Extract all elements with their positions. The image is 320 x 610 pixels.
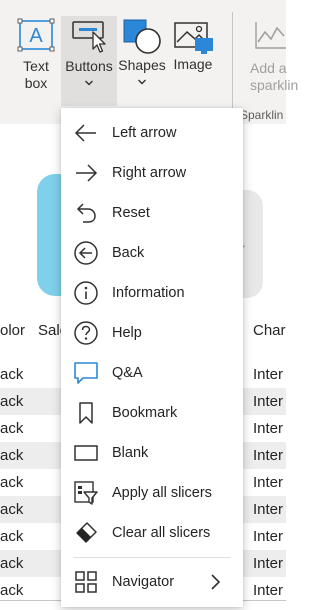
textbox-button[interactable]: A Text box bbox=[12, 18, 60, 106]
blank-icon bbox=[74, 445, 98, 461]
cell-color: ack bbox=[0, 501, 24, 518]
menu-item-label: Clear all slicers bbox=[112, 525, 211, 541]
sparklines-group-label: Sparklin bbox=[240, 108, 284, 122]
clear-slicers-icon bbox=[76, 522, 97, 543]
menu-item-clear-all-slicers[interactable]: Clear all slicers bbox=[61, 513, 243, 553]
menu-item-label: Apply all slicers bbox=[112, 485, 212, 501]
textbox-label-2: box bbox=[24, 75, 48, 91]
menu-item-label: Help bbox=[112, 325, 142, 341]
left-arrow-icon bbox=[74, 124, 96, 142]
menu-item-right-arrow[interactable]: Right arrow bbox=[61, 153, 243, 193]
menu-item-qna[interactable]: Q&A bbox=[61, 353, 243, 393]
menu-separator bbox=[73, 557, 231, 558]
ribbon-divider bbox=[232, 12, 233, 116]
apply-slicers-icon bbox=[74, 481, 98, 505]
menu-item-left-arrow[interactable]: Left arrow bbox=[61, 113, 243, 153]
shapes-icon bbox=[123, 19, 161, 54]
qna-icon bbox=[74, 362, 98, 384]
menu-item-label: Navigator bbox=[112, 574, 175, 590]
button-cursor-icon bbox=[72, 21, 106, 53]
menu-item-label: Information bbox=[112, 285, 185, 301]
cell-channel: Inter bbox=[253, 420, 284, 437]
chevron-down-icon bbox=[85, 80, 93, 86]
cell-color: ack bbox=[0, 393, 24, 410]
back-icon bbox=[74, 241, 98, 265]
menu-item-label: Right arrow bbox=[112, 165, 187, 181]
buttons-dropdown-menu: Left arrow Right arrow Reset Back Inform… bbox=[61, 108, 243, 607]
table-header-channel[interactable]: Char bbox=[253, 322, 286, 354]
menu-item-blank[interactable]: Blank bbox=[61, 433, 243, 473]
chevron-right-icon bbox=[211, 574, 221, 590]
shapes-button[interactable]: Shapes bbox=[117, 18, 167, 106]
cell-channel: Inter bbox=[253, 501, 284, 518]
cell-color: ack bbox=[0, 474, 24, 491]
sparkline-icon bbox=[255, 22, 286, 49]
menu-item-label: Q&A bbox=[112, 365, 143, 381]
cell-channel: Inter bbox=[253, 474, 284, 491]
menu-item-help[interactable]: Help bbox=[61, 313, 243, 353]
table-header-color[interactable]: olor bbox=[0, 322, 25, 354]
information-icon bbox=[74, 281, 98, 305]
svg-text:A: A bbox=[29, 25, 43, 47]
textbox-label-1: Text bbox=[23, 58, 49, 74]
menu-item-reset[interactable]: Reset bbox=[61, 193, 243, 233]
shapes-label: Shapes bbox=[118, 57, 166, 73]
menu-item-label: Back bbox=[112, 245, 145, 261]
textbox-icon: A bbox=[17, 18, 55, 52]
menu-item-label: Blank bbox=[112, 445, 149, 461]
cell-color: ack bbox=[0, 420, 24, 437]
menu-item-navigator[interactable]: Navigator bbox=[61, 562, 243, 602]
cell-channel: Inter bbox=[253, 447, 284, 464]
cell-color: ack bbox=[0, 528, 24, 545]
menu-item-information[interactable]: Information bbox=[61, 273, 243, 313]
cell-color: ack bbox=[0, 447, 24, 464]
chevron-down-icon bbox=[138, 79, 146, 85]
ribbon: A Text box Buttons Shapes Image Add a sp… bbox=[0, 0, 298, 124]
menu-item-apply-all-slicers[interactable]: Apply all slicers bbox=[61, 473, 243, 513]
menu-item-label: Reset bbox=[112, 205, 150, 221]
cell-channel: Inter bbox=[253, 555, 284, 572]
cell-color: ack bbox=[0, 555, 24, 572]
bookmark-icon bbox=[79, 402, 93, 424]
menu-item-label: Bookmark bbox=[112, 405, 178, 421]
buttons-button[interactable]: Buttons bbox=[61, 16, 117, 106]
sparkline-label-1: Add a bbox=[250, 60, 287, 76]
image-button[interactable]: Image bbox=[168, 18, 218, 106]
cell-channel: Inter bbox=[253, 393, 284, 410]
navigator-icon bbox=[75, 571, 97, 593]
menu-item-bookmark[interactable]: Bookmark bbox=[61, 393, 243, 433]
image-icon bbox=[174, 22, 213, 54]
sparkline-label-2: sparklin bbox=[250, 77, 299, 93]
cell-channel: Inter bbox=[253, 528, 284, 545]
add-sparkline-button[interactable]: Add a sparklin bbox=[250, 18, 298, 106]
reset-icon bbox=[76, 203, 96, 223]
buttons-label: Buttons bbox=[65, 58, 113, 74]
menu-item-back[interactable]: Back bbox=[61, 233, 243, 273]
right-arrow-icon bbox=[76, 164, 98, 182]
image-label: Image bbox=[173, 56, 213, 72]
cell-channel: Inter bbox=[253, 366, 284, 383]
help-icon bbox=[74, 321, 98, 345]
cell-color: ack bbox=[0, 366, 24, 383]
menu-item-label: Left arrow bbox=[112, 125, 177, 141]
